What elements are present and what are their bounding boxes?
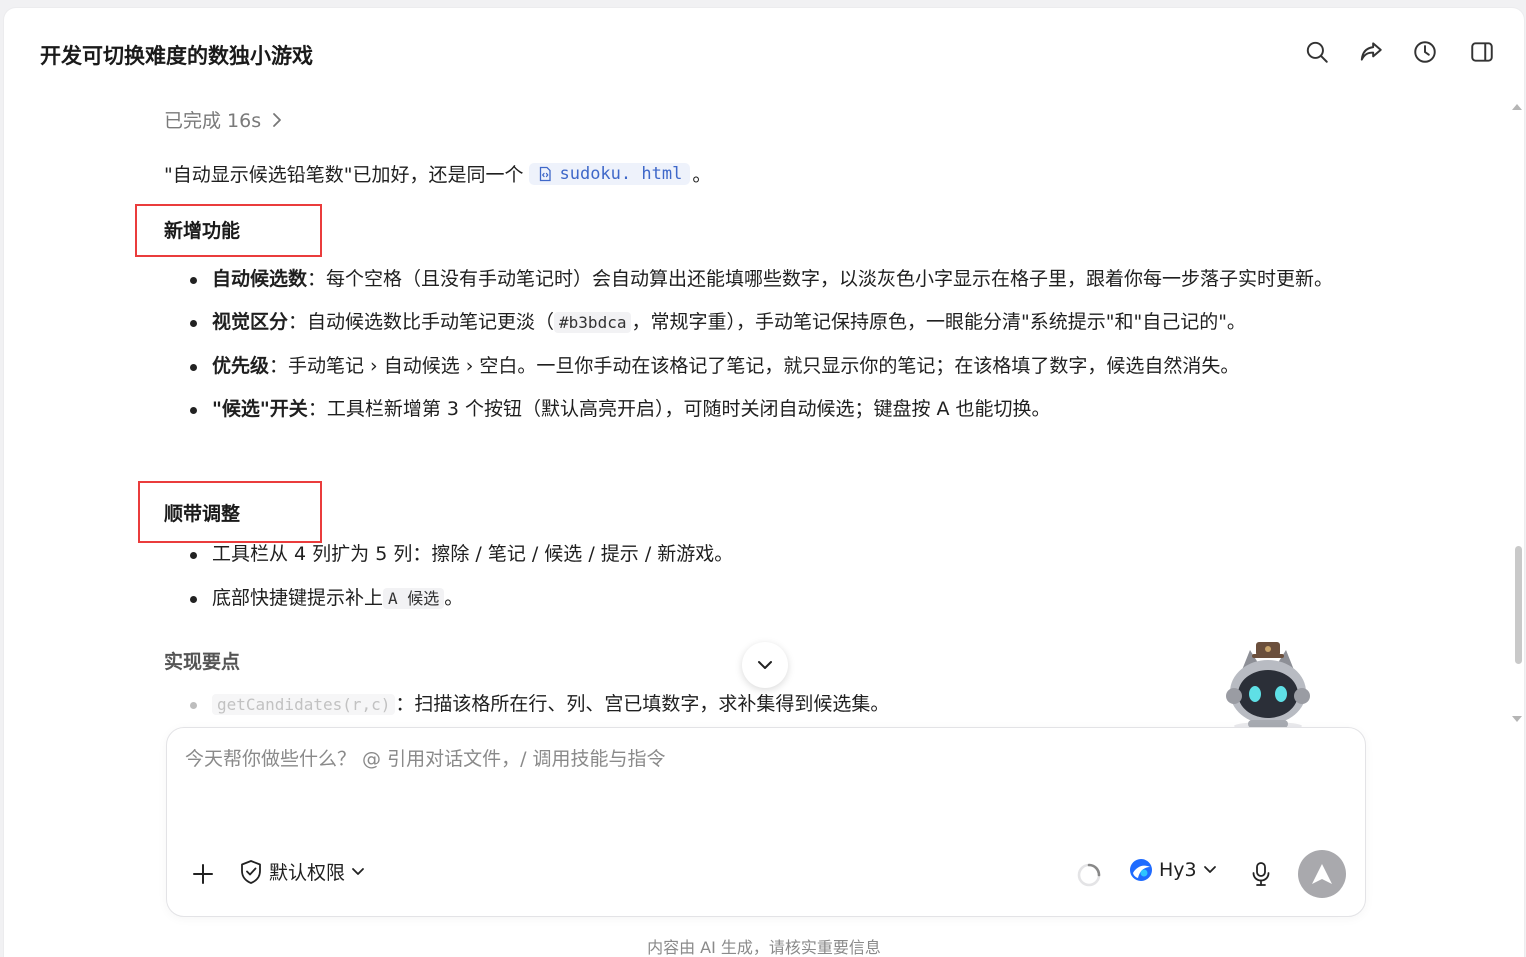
highlight-box (135, 204, 322, 257)
scroll-down-arrow[interactable] (1512, 716, 1522, 722)
permission-selector[interactable]: 默认权限 (239, 858, 365, 885)
permission-label: 默认权限 (269, 862, 346, 884)
html-file-icon (540, 166, 552, 181)
conversation-area: 已完成 16s "自动显示候选铅笔数"已加好，还是同一个 sudoku. htm… (4, 100, 1524, 730)
add-attachment-button[interactable] (189, 860, 217, 888)
chevron-down-icon (352, 867, 364, 875)
model-label: Hy3 (1159, 859, 1197, 881)
function-code: getCandidates(r,c) (212, 694, 396, 715)
search-button[interactable] (1301, 36, 1333, 68)
highlight-box (138, 481, 322, 543)
sidebar-toggle-icon (1471, 42, 1493, 62)
list-item: "候选"开关：工具栏新增第 3 个按钮（默认高亮开启），可随时关闭自动候选；键盘… (190, 394, 1360, 424)
voice-input-button[interactable] (1247, 859, 1275, 889)
file-chip[interactable]: sudoku. html (529, 162, 691, 185)
file-name: sudoku. html (559, 163, 683, 184)
intro-text: "自动显示候选铅笔数"已加好，还是同一个 (164, 164, 524, 186)
intro-line: "自动显示候选铅笔数"已加好，还是同一个 sudoku. html 。 (164, 160, 711, 187)
list-item: 工具栏从 4 列扩为 5 列：擦除 / 笔记 / 候选 / 提示 / 新游戏。 (190, 539, 1360, 569)
composer: 默认权限 Hy3 (166, 727, 1366, 917)
model-selector[interactable]: Hy3 (1129, 858, 1217, 882)
history-icon (1414, 41, 1436, 63)
page-title: 开发可切换难度的数独小游戏 (40, 44, 313, 68)
scrollbar-thumb[interactable] (1515, 546, 1522, 664)
section-title-implementation: 实现要点 (164, 651, 241, 673)
share-icon (1360, 42, 1382, 61)
sidebar-toggle-button[interactable] (1466, 36, 1498, 68)
list-item: 自动候选数：每个空格（且没有手动笔记时）会自动算出还能填哪些数字，以淡灰色小字显… (190, 264, 1360, 294)
adjustments-list: 工具栏从 4 列扩为 5 列：擦除 / 笔记 / 候选 / 提示 / 新游戏。 … (190, 539, 1360, 614)
send-button[interactable] (1298, 850, 1346, 898)
scroll-to-bottom-button[interactable] (742, 642, 788, 688)
share-button[interactable] (1355, 36, 1387, 68)
list-item: 优先级：手动笔记 › 自动候选 › 空白。一旦你手动在该格记了笔记，就只显示你的… (190, 351, 1360, 381)
mascot-avatar[interactable] (1220, 640, 1316, 732)
list-item: 视觉区分：自动候选数比手动笔记更淡（ #b3bdca ，常规字重），手动笔记保持原色… (190, 307, 1360, 338)
intro-end: 。 (692, 164, 712, 186)
header: 开发可切换难度的数独小游戏 (4, 8, 1524, 100)
thought-toggle[interactable]: 已完成 16s (164, 106, 283, 133)
list-item: 底部快捷键提示补上 A 候选。 (190, 583, 1360, 614)
loading-spinner-icon (1077, 863, 1101, 887)
microphone-icon (1252, 862, 1270, 886)
new-features-list: 自动候选数：每个空格（且没有手动笔记时）会自动算出还能填哪些数字，以淡灰色小字显… (190, 264, 1360, 424)
scroll-up-arrow[interactable] (1512, 104, 1522, 110)
history-button[interactable] (1409, 36, 1441, 68)
search-icon (1306, 41, 1328, 63)
app-window: 开发可切换难度的数独小游戏 已完成 16s "自动显示候选铅笔数"已加好，还是同… (4, 8, 1524, 957)
color-code: #b3bdca (554, 312, 632, 333)
chevron-down-icon (758, 661, 772, 669)
list-item: getCandidates(r,c) ：扫描该格所在行、列、宫已填数字，求补集得到… (190, 689, 1360, 720)
chevron-down-icon (1203, 866, 1216, 873)
thought-label: 已完成 16s (164, 110, 262, 132)
implementation-list: getCandidates(r,c) ：扫描该格所在行、列、宫已填数字，求补集得到… (190, 689, 1360, 720)
shield-check-icon (241, 859, 261, 884)
shortcut-code: A 候选 (383, 588, 445, 609)
chevron-right-icon (273, 112, 282, 127)
message-input[interactable] (185, 744, 1345, 834)
plus-icon (193, 864, 213, 884)
ai-disclaimer: 内容由 AI 生成，请核实重要信息 (647, 938, 881, 957)
send-arrow-icon (1312, 864, 1332, 884)
model-logo-icon (1130, 859, 1152, 881)
